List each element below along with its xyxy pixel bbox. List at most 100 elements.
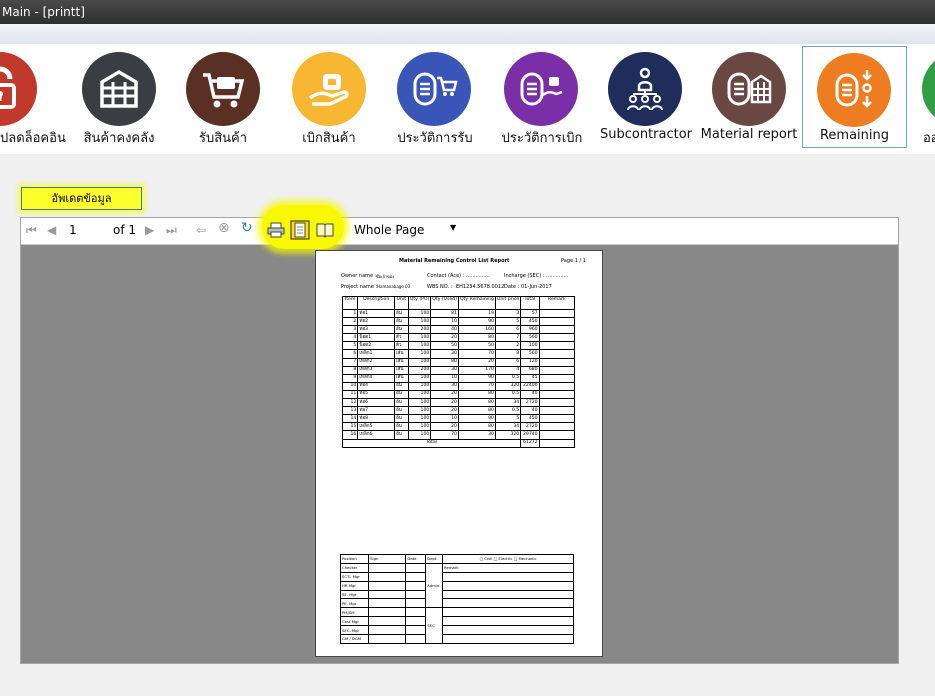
table-cell: 100 [407, 333, 432, 343]
table-cell: ท่อ5 [357, 389, 395, 400]
table-row: 3 ท่อ3 อัน 200 40 160 6 960 [341, 325, 576, 335]
print-layout-icon[interactable] [290, 220, 310, 244]
table-cell: 200 [407, 365, 432, 375]
table-cell: 450 [520, 317, 540, 327]
table-cell: 320 [494, 381, 522, 391]
table-cell: อัน [393, 398, 409, 408]
table-cell: 10 [430, 414, 459, 424]
window-titlebar: Main - [printt] [0, 0, 935, 24]
table-cell [538, 333, 576, 343]
table-cell: 80 [430, 357, 459, 367]
page-of-label: of 1 [113, 223, 136, 237]
ribbon-receive-history-button[interactable]: ประวัติการรับ [385, 46, 485, 146]
table-cell: อัน [393, 422, 409, 432]
table-cell: 30 [430, 381, 459, 391]
table-cell: เหล็ก4 [357, 373, 395, 383]
table-cell: 50 [457, 341, 496, 351]
page-number-input[interactable]: 1 [63, 221, 113, 239]
ribbon-inventory-button[interactable]: สินค้าคงคลัง [74, 46, 164, 146]
remark-cell [442, 571, 574, 582]
ribbon-unlock-button[interactable]: ปลดล็อคอิน [0, 46, 66, 146]
table-cell: 2 [494, 341, 522, 351]
ribbon-logout-button[interactable]: ออ [912, 46, 935, 146]
page-setup-icon[interactable] [316, 222, 334, 242]
signature-row: PE. Mgr [339, 598, 574, 609]
ribbon-subcontractor-label: Subcontractor [599, 127, 693, 142]
signature-cell [405, 607, 427, 618]
table-cell: 81 [430, 308, 459, 319]
table-cell: 34 [494, 422, 522, 432]
table-cell: 100 [407, 373, 432, 383]
table-cell: ท่อ3 [357, 325, 395, 335]
window-title: Main - [printt] [2, 5, 85, 19]
table-cell: 6 [494, 325, 522, 335]
update-data-button[interactable]: อัพเดตข้อมูล [21, 187, 142, 210]
previous-page-icon[interactable]: ◀ [47, 223, 56, 237]
table-cell: อัน [393, 414, 409, 424]
last-page-icon[interactable]: ⏭ [166, 223, 177, 237]
ribbon-receive-history-label: ประวัติการรับ [397, 131, 473, 146]
ribbon-withdraw-history-button[interactable]: ประวัติการเบิก [490, 46, 594, 146]
ribbon-withdraw-button[interactable]: เบิกสินค้า [282, 46, 376, 146]
signature-cell [405, 580, 427, 591]
table-row: 12 ท่อ6 อัน 100 20 80 34 2720 [341, 398, 576, 408]
table-cell [538, 325, 576, 335]
table-cell: 20 [430, 333, 459, 343]
stop-icon[interactable]: ⊗ [218, 221, 230, 235]
remark-cell [442, 634, 574, 644]
table-cell: 16 [341, 430, 359, 440]
table-cell: เส้น [393, 365, 409, 375]
print-icon[interactable] [267, 222, 285, 242]
signature-row: HR Mgr [339, 580, 574, 591]
ribbon-receive-label: รับสินค้า [198, 131, 248, 146]
report-column-header: Remark [538, 296, 576, 310]
chevron-down-icon: ▼ [450, 223, 457, 232]
table-cell: 1 [341, 308, 359, 319]
date-label: Date : [504, 284, 520, 290]
signature-cell [405, 571, 427, 582]
table-cell: ท่อ1 [357, 308, 395, 319]
table-cell: 560 [520, 333, 540, 343]
ribbon-receive-button[interactable]: รับสินค้า [176, 46, 270, 146]
back-icon[interactable]: ⇦ [196, 223, 206, 237]
remaining-icon [817, 53, 891, 127]
table-row: 5 น็อต2 ตัว 100 50 50 2 100 [341, 341, 576, 351]
table-cell: 7 [494, 333, 522, 343]
table-cell: 11 [341, 389, 359, 400]
table-cell [538, 373, 576, 383]
signature-row: PM/SM SEC [339, 607, 574, 644]
ribbon-material-report-button[interactable]: Material report [698, 46, 800, 146]
signature-cell [405, 598, 427, 609]
ribbon-subcontractor-button[interactable]: Subcontractor [596, 46, 696, 146]
refresh-icon[interactable]: ↻ [241, 221, 253, 235]
table-cell: 57 [520, 308, 540, 319]
first-page-icon[interactable]: ⏮ [26, 223, 37, 237]
table-row: 16 เหล็ก6 อัน 100 70 30 320 29740 [341, 430, 576, 440]
table-cell [538, 365, 576, 375]
project-value: Hamanabage 03 [377, 284, 411, 289]
table-cell: ท่อ4 [357, 381, 395, 391]
table-row: 15 เหล็ก5 อัน 100 20 80 34 2720 [341, 422, 576, 432]
total-remark [538, 438, 576, 448]
report-column-header: Description [357, 296, 395, 310]
signature-position: SCTL Mgr [339, 571, 370, 582]
signature-row: Cost Mgr [339, 616, 574, 627]
hand-receive-icon [292, 52, 366, 126]
table-cell: เหล็ก2 [357, 357, 395, 367]
next-page-icon[interactable]: ▶ [145, 223, 154, 237]
table-cell: 20 [430, 422, 459, 432]
table-cell: 100 [407, 317, 432, 327]
table-cell: 15 [341, 422, 359, 432]
ribbon-unlock-label: ปลดล็อคอิน [0, 131, 66, 146]
table-cell: 100 [407, 430, 432, 440]
report-viewer: ⏮ ◀ 1 of 1 ▶ ⏭ ⇦ ⊗ ↻ Whole Page ▼ Materia… [20, 205, 899, 664]
zoom-select[interactable]: Whole Page ▼ [354, 223, 456, 237]
ribbon-remaining-button[interactable]: Remaining [802, 46, 907, 148]
table-cell [538, 406, 576, 416]
table-cell: 19 [457, 308, 496, 319]
ribbon-logout-label: ออ [923, 131, 935, 146]
table-cell: 2720 [520, 398, 540, 408]
owner-label: Owner name : [341, 273, 377, 279]
table-cell: 12 [341, 398, 359, 408]
logout-icon [922, 52, 935, 126]
